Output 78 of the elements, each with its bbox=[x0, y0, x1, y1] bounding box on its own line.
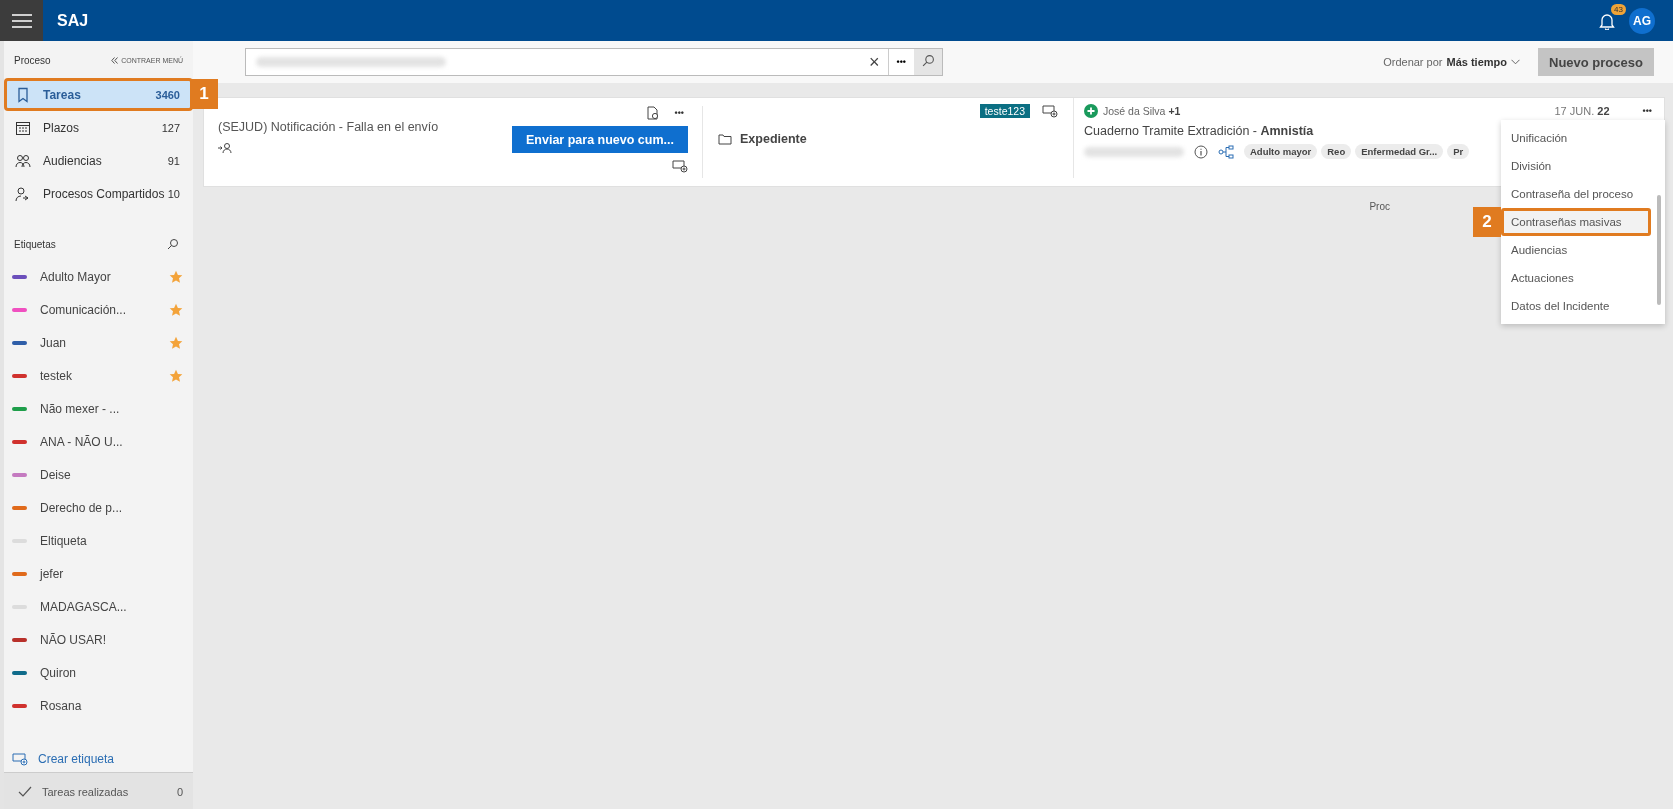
tag-item[interactable]: testek bbox=[4, 359, 193, 392]
search-icon bbox=[921, 54, 935, 67]
tag-item[interactable]: Adulto Mayor bbox=[4, 260, 193, 293]
tag-item[interactable]: Juan bbox=[4, 326, 193, 359]
folder-link[interactable]: Expediente bbox=[718, 132, 1058, 146]
document-clock-icon[interactable] bbox=[646, 106, 659, 120]
calendar-icon bbox=[15, 119, 31, 136]
tag-chip: Pr bbox=[1447, 144, 1470, 159]
assign-person-icon[interactable] bbox=[218, 142, 232, 154]
notification-count: 43 bbox=[1611, 4, 1626, 15]
search-field[interactable]: × ••• bbox=[245, 48, 943, 76]
more-button[interactable]: ••• bbox=[670, 108, 688, 118]
tag-item[interactable]: MADAGASCA... bbox=[4, 590, 193, 623]
search-button[interactable] bbox=[914, 49, 942, 75]
bookmark-icon bbox=[15, 86, 31, 103]
add-tag-icon bbox=[12, 752, 28, 766]
participant-name: José da Silva +1 bbox=[1103, 105, 1181, 117]
add-tag-icon[interactable] bbox=[672, 159, 688, 173]
menu-item[interactable]: Audiencias bbox=[1501, 236, 1665, 264]
date-text: 17 JUN. 22 bbox=[1554, 105, 1610, 117]
create-tag-button[interactable]: Crear etiqueta bbox=[4, 746, 193, 772]
folder-icon bbox=[718, 133, 732, 145]
nav-item[interactable]: Tareas 3460 bbox=[4, 78, 193, 111]
tag-chip: Enfermedad Gr... bbox=[1355, 144, 1444, 159]
tag-badge: teste123 bbox=[979, 104, 1030, 118]
task-title: (SEJUD) Notificación - Falla en el envío bbox=[218, 120, 440, 134]
tag-item[interactable]: Comunicación... bbox=[4, 293, 193, 326]
nav-item[interactable]: Audiencias 91 bbox=[4, 144, 193, 177]
more-button[interactable]: ••• bbox=[1638, 106, 1656, 116]
tag-chip: Reo bbox=[1321, 144, 1352, 159]
tag-item[interactable]: Rosana bbox=[4, 689, 193, 722]
check-icon bbox=[18, 786, 32, 798]
menu-item[interactable]: División bbox=[1501, 152, 1665, 180]
new-process-button[interactable]: Nuevo proceso bbox=[1538, 48, 1654, 76]
clear-button[interactable]: × bbox=[861, 51, 888, 73]
menu-item[interactable]: Actuaciones bbox=[1501, 264, 1665, 292]
bell-icon bbox=[1599, 12, 1615, 30]
menu-item[interactable]: Unificación bbox=[1501, 124, 1665, 152]
app-title: SAJ bbox=[57, 11, 89, 30]
nav-item[interactable]: Procesos Compartidos 10 bbox=[4, 177, 193, 210]
tag-item[interactable]: NÃO USAR! bbox=[4, 623, 193, 656]
double-chevron-icon bbox=[111, 57, 119, 64]
tag-item[interactable]: jefer bbox=[4, 557, 193, 590]
menu-button[interactable] bbox=[0, 0, 43, 41]
info-icon[interactable] bbox=[1194, 144, 1208, 159]
menu-item[interactable]: Datos del Incidente bbox=[1501, 292, 1665, 320]
add-tag-icon[interactable] bbox=[1042, 104, 1058, 118]
send-button[interactable]: Enviar para nuevo cum... bbox=[512, 126, 688, 153]
section-title: Proceso bbox=[14, 55, 51, 66]
step-marker: 1 bbox=[190, 79, 218, 109]
scrollbar[interactable] bbox=[1657, 195, 1661, 305]
tag-item[interactable]: ANA - NÃO U... bbox=[4, 425, 193, 458]
step-marker: 2 bbox=[1473, 207, 1501, 237]
sort-dropdown[interactable]: Ordenar por Más tiempo bbox=[1377, 55, 1526, 69]
tag-item[interactable]: Derecho de p... bbox=[4, 491, 193, 524]
add-circle-icon[interactable] bbox=[1084, 104, 1098, 118]
people-icon bbox=[15, 152, 31, 169]
partial-text: Proc bbox=[1369, 201, 1390, 212]
process-subject: Cuaderno Tramite Extradición - Amnistía bbox=[1084, 124, 1314, 138]
tag-chip: Adulto mayor bbox=[1244, 144, 1318, 159]
completed-tasks-item[interactable]: Tareas realizadas 0 bbox=[4, 772, 193, 809]
star-icon[interactable] bbox=[169, 335, 183, 350]
tag-item[interactable]: Eltiqueta bbox=[4, 524, 193, 557]
search-icon[interactable] bbox=[167, 238, 179, 250]
menu-icon bbox=[11, 13, 32, 28]
shared-person-icon bbox=[15, 185, 31, 202]
chevron-down-icon bbox=[1511, 59, 1520, 65]
star-icon[interactable] bbox=[169, 302, 183, 317]
star-icon[interactable] bbox=[169, 368, 183, 383]
tag-item[interactable]: Quiron bbox=[4, 656, 193, 689]
star-icon[interactable] bbox=[169, 269, 183, 284]
section-title: Etiquetas bbox=[14, 238, 56, 250]
menu-item[interactable]: Contraseñas masivas bbox=[1501, 208, 1651, 236]
nav-item[interactable]: Plazos 127 bbox=[4, 111, 193, 144]
tag-item[interactable]: Deise bbox=[4, 458, 193, 491]
user-avatar[interactable]: AG bbox=[1629, 7, 1655, 34]
hierarchy-icon[interactable] bbox=[1218, 144, 1234, 159]
tag-item[interactable]: Não mexer - ... bbox=[4, 392, 193, 425]
